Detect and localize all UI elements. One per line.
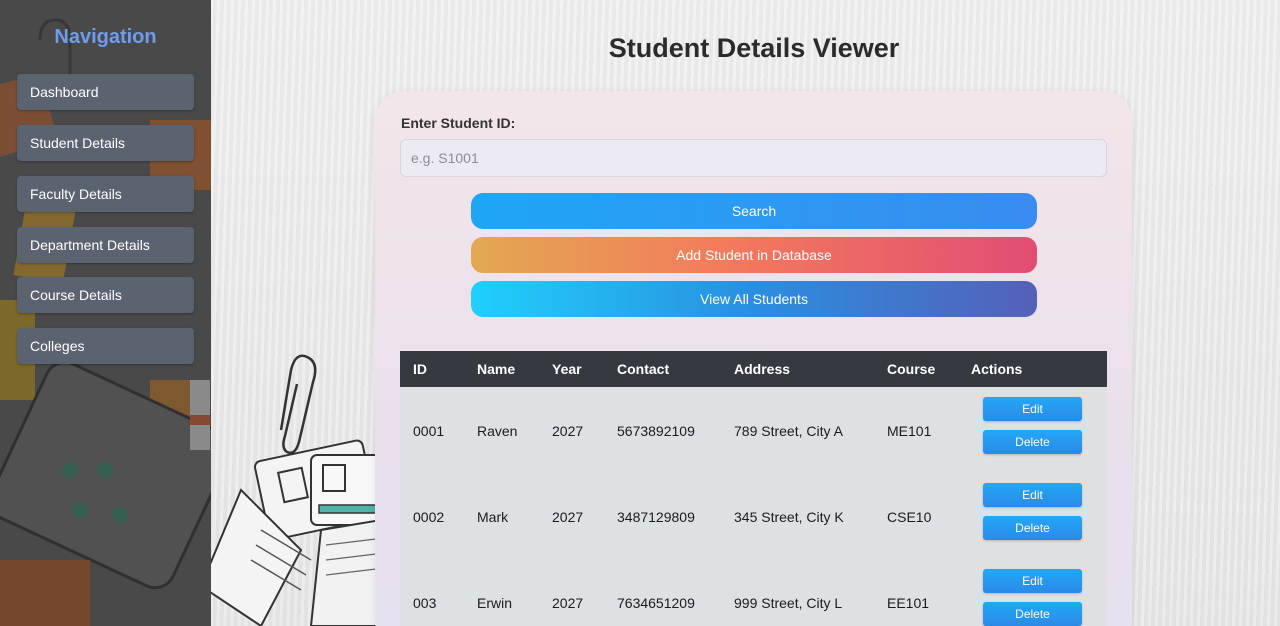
cell-contact: 7634651209 [617, 595, 695, 611]
page-title: Student Details Viewer [608, 33, 900, 63]
sidebar-item-course-details[interactable]: Course Details [17, 277, 194, 313]
sidebar-item-faculty-details[interactable]: Faculty Details [17, 176, 194, 212]
edit-button[interactable]: Edit [983, 569, 1082, 593]
cell-course: CSE10 [887, 509, 932, 525]
cell-name: Raven [477, 423, 518, 439]
student-id-input[interactable] [400, 139, 1107, 177]
cell-id: 003 [413, 595, 437, 611]
header-name: Name [477, 361, 516, 377]
header-course: Course [887, 361, 936, 377]
sidebar-item-dashboard[interactable]: Dashboard [17, 74, 194, 110]
table-row: 0001 Raven 2027 5673892109 789 Street, C… [400, 387, 1107, 473]
header-address: Address [734, 361, 791, 377]
cell-year: 2027 [552, 509, 584, 525]
header-actions: Actions [971, 361, 1023, 377]
cell-contact: 5673892109 [617, 423, 695, 439]
table-row: 003 Erwin 2027 7634651209 999 Street, Ci… [400, 559, 1107, 626]
sidebar-item-student-details[interactable]: Student Details [17, 125, 194, 161]
sidebar: Navigation Dashboard Student Details Fac… [0, 0, 211, 626]
view-all-students-button[interactable]: View All Students [471, 281, 1037, 317]
header-id: ID [413, 361, 427, 377]
cell-address: 789 Street, City A [734, 423, 843, 439]
edit-button[interactable]: Edit [983, 397, 1082, 421]
cell-name: Mark [477, 509, 509, 525]
cell-name: Erwin [477, 595, 513, 611]
cell-address: 345 Street, City K [734, 509, 844, 525]
header-contact: Contact [617, 361, 670, 377]
cell-year: 2027 [552, 595, 584, 611]
table-row: 0002 Mark 2027 3487129809 345 Street, Ci… [400, 473, 1107, 559]
student-id-label: Enter Student ID: [401, 115, 516, 131]
cell-contact: 3487129809 [617, 509, 695, 525]
header-year: Year [552, 361, 582, 377]
search-button[interactable]: Search [471, 193, 1037, 229]
desk-illustration [211, 354, 381, 626]
sidebar-item-colleges[interactable]: Colleges [17, 328, 194, 364]
cell-course: ME101 [887, 423, 932, 439]
cell-address: 999 Street, City L [734, 595, 843, 611]
delete-button[interactable]: Delete [983, 430, 1082, 454]
delete-button[interactable]: Delete [983, 516, 1082, 540]
add-student-button[interactable]: Add Student in Database [471, 237, 1037, 273]
cell-course: EE101 [887, 595, 930, 611]
cell-id: 0001 [413, 423, 445, 439]
sidebar-item-department-details[interactable]: Department Details [17, 227, 194, 263]
delete-button[interactable]: Delete [983, 602, 1082, 626]
cell-id: 0002 [413, 509, 445, 525]
edit-button[interactable]: Edit [983, 483, 1082, 507]
students-table: ID Name Year Contact Address Course Acti… [400, 351, 1107, 626]
cell-year: 2027 [552, 423, 584, 439]
table-header: ID Name Year Contact Address Course Acti… [400, 351, 1107, 387]
